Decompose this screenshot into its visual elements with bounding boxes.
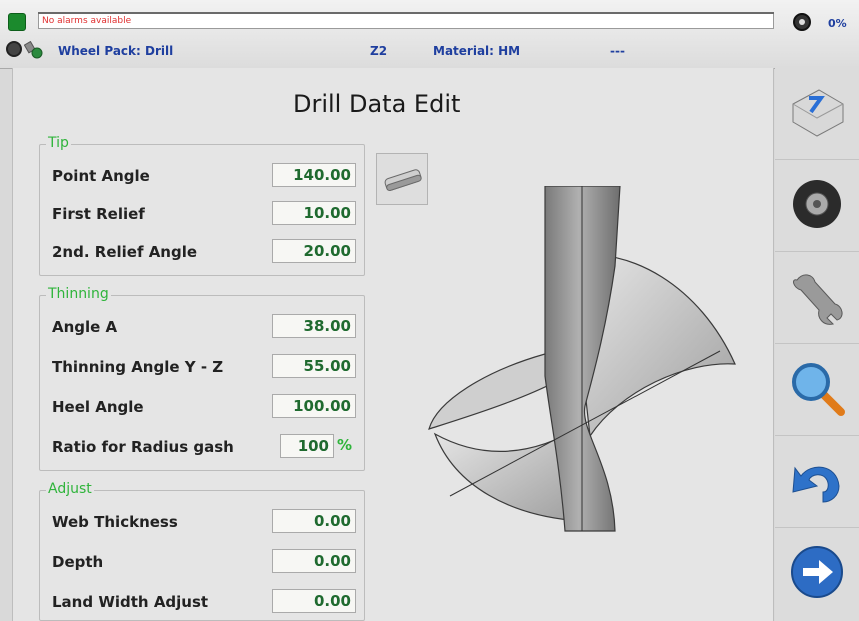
wrench-button[interactable] (775, 252, 859, 344)
progress-percent: 0% (828, 17, 847, 30)
drill-cross-section-diagram (428, 186, 736, 532)
point-angle-input[interactable]: 140.00 (272, 163, 356, 187)
field-label: First Relief (52, 205, 145, 223)
right-toolbar (775, 68, 859, 621)
heel-angle-input[interactable]: 100.00 (272, 394, 356, 418)
field-label: 2nd. Relief Angle (52, 243, 198, 261)
first-relief-input[interactable]: 10.00 (272, 201, 356, 225)
next-arrow-icon (791, 546, 843, 598)
field-label: Land Width Adjust (52, 593, 209, 611)
field-label: Thinning Angle Y - Z (52, 358, 224, 376)
group-title: Thinning (46, 286, 111, 302)
web-thickness-input[interactable]: 0.00 (272, 509, 356, 533)
status-bar: No alarms available 0% Wheel Pack: Drill… (0, 0, 859, 69)
alarm-text: No alarms available (42, 16, 132, 26)
field-label: Angle A (52, 318, 118, 336)
form-row-heel-angle: Heel Angle 100.00 (52, 394, 364, 422)
form-row-thinning-angle: Thinning Angle Y - Z 55.00 (52, 354, 364, 382)
undo-button[interactable] (775, 436, 859, 528)
form-row-depth: Depth 0.00 (52, 549, 364, 577)
form-row-angle-a: Angle A 38.00 (52, 314, 364, 342)
group-title: Tip (46, 135, 71, 151)
field-label: Heel Angle (52, 398, 144, 416)
magnifier-icon (792, 363, 845, 416)
search-button[interactable] (775, 344, 859, 436)
material-label: Material: HM (433, 44, 521, 58)
field-label: Point Angle (52, 167, 150, 185)
land-width-adjust-input[interactable]: 0.00 (272, 589, 356, 613)
page-title: Drill Data Edit (293, 90, 461, 118)
wheel-icon (793, 180, 841, 228)
progress-dial-icon (793, 13, 811, 31)
undo-icon (792, 466, 840, 503)
wheel-pack-icon[interactable] (24, 41, 44, 59)
form-row-radius-gash: Ratio for Radius gash 100 % (52, 434, 364, 462)
alarm-message-box[interactable]: No alarms available (38, 12, 774, 29)
form-row-web-thickness: Web Thickness 0.00 (52, 509, 364, 537)
form-row-land-width: Land Width Adjust 0.00 (52, 589, 364, 617)
form-row-first-relief: First Relief 10.00 (52, 201, 364, 229)
grinding-wheel-icon[interactable] (6, 41, 22, 57)
wheel-button[interactable] (775, 160, 859, 252)
thinning-angle-input[interactable]: 55.00 (272, 354, 356, 378)
thinning-group: Thinning Angle A 38.00 Thinning Angle Y … (39, 286, 365, 471)
angle-a-input[interactable]: 38.00 (272, 314, 356, 338)
percent-unit: % (336, 436, 352, 454)
progress-bar (38, 12, 774, 14)
next-button[interactable] (775, 528, 859, 620)
z-axis-label: Z2 (370, 44, 388, 58)
second-relief-angle-input[interactable]: 20.00 (272, 239, 356, 263)
field-label: Web Thickness (52, 513, 178, 531)
main-panel: Drill Data Edit Tip Point Angle 140.00 F… (12, 68, 774, 621)
keyboard-icon (792, 89, 844, 137)
wheel-pack-label: Wheel Pack: Drill (58, 44, 174, 58)
form-row-second-relief: 2nd. Relief Angle 20.00 (52, 239, 364, 267)
field-label: Depth (52, 553, 104, 571)
keyboard-button[interactable] (775, 68, 859, 160)
form-row-point-angle: Point Angle 140.00 (52, 163, 364, 191)
depth-input[interactable]: 0.00 (272, 549, 356, 573)
field-label: Ratio for Radius gash (52, 438, 234, 456)
radius-gash-ratio-input[interactable]: 100 (280, 434, 334, 458)
adjust-group: Adjust Web Thickness 0.00 Depth 0.00 Lan… (39, 481, 365, 621)
extra-label: --- (610, 44, 625, 58)
alarm-bell-icon[interactable] (8, 13, 26, 31)
tip-group: Tip Point Angle 140.00 First Relief 10.0… (39, 135, 365, 276)
group-title: Adjust (46, 481, 94, 497)
wrench-icon (793, 274, 843, 325)
